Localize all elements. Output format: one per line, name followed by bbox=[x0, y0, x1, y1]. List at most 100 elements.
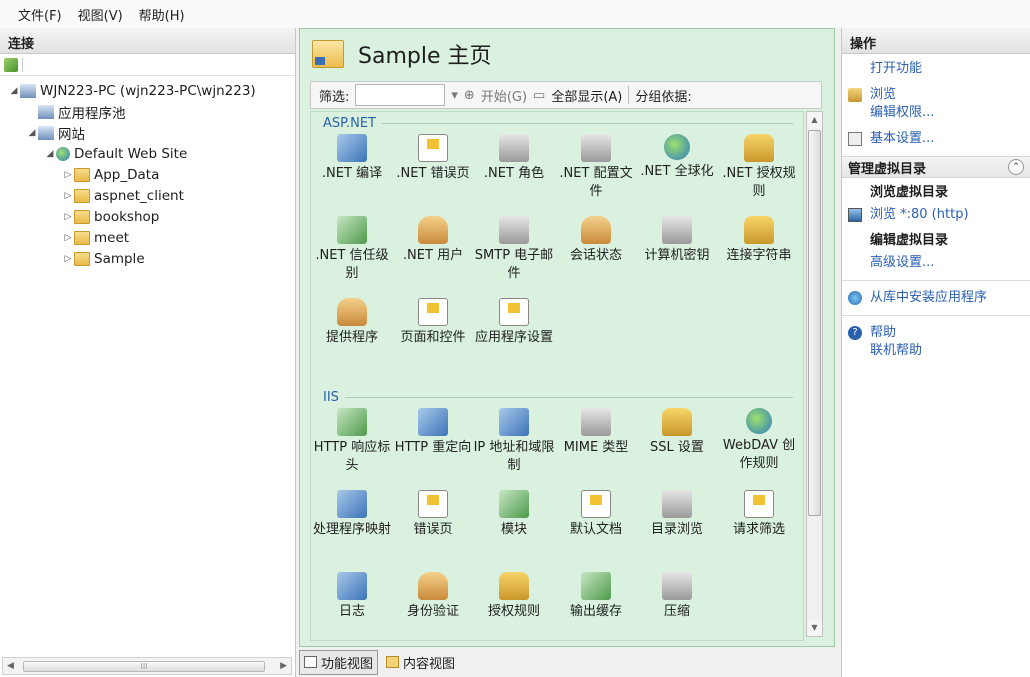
tree-node[interactable]: ▷ meet bbox=[0, 227, 295, 248]
feature-item[interactable]: .NET 用户 bbox=[392, 216, 474, 265]
feature-item[interactable]: .NET 信任级别 bbox=[311, 216, 393, 283]
tree-node[interactable]: ▷ aspnet_client bbox=[0, 185, 295, 206]
connect-icon[interactable] bbox=[4, 57, 18, 72]
tree-node[interactable]: ◢ Default Web Site bbox=[0, 143, 295, 164]
filter-dropdown-icon[interactable]: ▾ bbox=[451, 88, 458, 103]
action-browse[interactable]: 浏览 编辑权限... bbox=[842, 84, 1030, 124]
horizontal-scrollbar[interactable]: ◀ III ▶ bbox=[2, 657, 292, 675]
feature-item[interactable]: .NET 配置文件 bbox=[555, 134, 637, 201]
advanced-settings-link[interactable]: 高级设置... bbox=[870, 254, 934, 272]
feature-item[interactable]: 提供程序 bbox=[311, 298, 393, 347]
feature-item[interactable]: 身份验证 bbox=[392, 572, 474, 621]
help-link[interactable]: 帮助 bbox=[870, 324, 922, 342]
scroll-down-icon[interactable]: ▼ bbox=[807, 620, 822, 636]
open-feature-link[interactable]: 打开功能 bbox=[870, 60, 922, 78]
feature-icon bbox=[581, 490, 611, 518]
feature-item[interactable]: .NET 编译 bbox=[311, 134, 393, 183]
action-help[interactable]: ? 帮助 联机帮助 bbox=[842, 322, 1030, 362]
feature-item[interactable]: 输出缓存 bbox=[555, 572, 637, 621]
expand-toggle-icon[interactable]: ▷ bbox=[62, 233, 74, 243]
feature-item[interactable]: 授权规则 bbox=[473, 572, 555, 621]
expand-toggle-icon[interactable]: ▷ bbox=[62, 191, 74, 201]
feature-item[interactable]: 应用程序设置 bbox=[473, 298, 555, 347]
feature-label: .NET 用户 bbox=[402, 248, 464, 263]
collapse-icon[interactable]: ⌃ bbox=[1008, 159, 1024, 175]
expand-toggle-icon[interactable]: ▷ bbox=[62, 170, 74, 180]
feature-item[interactable]: SMTP 电子邮件 bbox=[473, 216, 555, 283]
feature-label: 应用程序设置 bbox=[474, 330, 553, 345]
feature-item[interactable]: 日志 bbox=[311, 572, 393, 621]
vertical-scrollbar[interactable]: ▲ ▼ bbox=[806, 111, 823, 637]
vertical-scroll-thumb[interactable] bbox=[808, 130, 821, 516]
feature-item[interactable]: .NET 授权规则 bbox=[718, 134, 800, 201]
action-install-gallery[interactable]: 从库中安装应用程序 bbox=[842, 287, 1030, 309]
menu-help[interactable]: 帮助(H) bbox=[131, 5, 193, 24]
feature-item[interactable]: HTTP 响应标头 bbox=[311, 408, 393, 475]
feature-item[interactable]: 请求筛选 bbox=[718, 490, 800, 539]
expand-toggle-icon[interactable]: ◢ bbox=[8, 86, 20, 96]
filter-bar: 筛选: ▾ ⊕ 开始(G) ▭ 全部显示(A) 分组依据: bbox=[310, 81, 822, 109]
feature-item[interactable]: 处理程序映射 bbox=[311, 490, 393, 539]
feature-icon bbox=[662, 572, 692, 600]
page-title: Sample 主页 bbox=[358, 44, 492, 69]
feature-item[interactable]: .NET 全球化 bbox=[636, 134, 718, 181]
show-all-button[interactable]: 全部显示(A) bbox=[551, 86, 622, 105]
scroll-thumb[interactable]: III bbox=[23, 661, 265, 672]
feature-icon bbox=[418, 134, 448, 162]
feature-item[interactable]: 压缩 bbox=[636, 572, 718, 621]
feature-item[interactable]: 错误页 bbox=[392, 490, 474, 539]
feature-item[interactable]: WebDAV 创作规则 bbox=[718, 408, 800, 473]
basic-settings-link[interactable]: 基本设置... bbox=[870, 130, 934, 148]
feature-label: .NET 错误页 bbox=[396, 166, 470, 181]
browse-port-link[interactable]: 浏览 *:80 (http) bbox=[870, 206, 969, 224]
tab-content-view[interactable]: 内容视图 bbox=[382, 651, 459, 674]
online-help-link[interactable]: 联机帮助 bbox=[870, 342, 922, 360]
filter-input[interactable] bbox=[355, 84, 446, 106]
feature-item[interactable]: .NET 角色 bbox=[473, 134, 555, 183]
feature-item[interactable]: 目录浏览 bbox=[636, 490, 718, 539]
feature-item[interactable]: 页面和控件 bbox=[392, 298, 474, 347]
feature-item[interactable]: 默认文档 bbox=[555, 490, 637, 539]
feature-item[interactable]: .NET 错误页 bbox=[392, 134, 474, 183]
expand-toggle-icon[interactable]: ◢ bbox=[44, 149, 56, 159]
scroll-left-icon[interactable]: ◀ bbox=[7, 661, 14, 671]
feature-label: 授权规则 bbox=[487, 604, 540, 619]
scroll-right-icon[interactable]: ▶ bbox=[280, 661, 287, 671]
tree-node[interactable]: ▷ bookshop bbox=[0, 206, 295, 227]
expand-toggle-icon[interactable]: ▷ bbox=[62, 212, 74, 222]
feature-item[interactable]: 计算机密钥 bbox=[636, 216, 718, 265]
action-open-feature[interactable]: 打开功能 bbox=[842, 58, 1030, 80]
feature-label: 会话状态 bbox=[569, 248, 622, 263]
tree-node[interactable]: 应用程序池 bbox=[0, 101, 295, 122]
install-gallery-link[interactable]: 从库中安装应用程序 bbox=[870, 289, 987, 307]
tab-feature-view[interactable]: 功能视图 bbox=[299, 649, 379, 675]
feature-icon bbox=[418, 216, 448, 244]
feature-item[interactable]: 模块 bbox=[473, 490, 555, 539]
binoculars-icon: ⊕ bbox=[463, 87, 475, 103]
feature-item[interactable]: MIME 类型 bbox=[555, 408, 637, 457]
actions-divider bbox=[842, 280, 1030, 281]
group-by-label[interactable]: 分组依据: bbox=[635, 86, 691, 105]
feature-item[interactable]: IP 地址和域限制 bbox=[473, 408, 555, 475]
tree-node[interactable]: ▷ Sample bbox=[0, 248, 295, 269]
action-advanced-settings[interactable]: 高级设置... bbox=[842, 252, 1030, 274]
expand-toggle-icon[interactable]: ◢ bbox=[26, 128, 38, 138]
tab-content-view-label: 内容视图 bbox=[403, 656, 456, 672]
feature-item[interactable]: 会话状态 bbox=[555, 216, 637, 265]
menu-view[interactable]: 视图(V) bbox=[70, 5, 131, 24]
feature-item[interactable]: HTTP 重定向 bbox=[392, 408, 474, 457]
action-browse-port[interactable]: 浏览 *:80 (http) bbox=[842, 204, 1030, 226]
tree-node[interactable]: ◢ WJN223-PC (wjn223-PC\wjn223) bbox=[0, 80, 295, 101]
tree-node[interactable]: ◢ 网站 bbox=[0, 122, 295, 143]
action-basic-settings[interactable]: 基本设置... bbox=[842, 128, 1030, 150]
feature-item[interactable]: SSL 设置 bbox=[636, 408, 718, 457]
connections-toolbar bbox=[0, 54, 295, 76]
start-button[interactable]: 开始(G) bbox=[481, 86, 527, 105]
edit-permissions-link[interactable]: 编辑权限... bbox=[870, 104, 934, 122]
scroll-up-icon[interactable]: ▲ bbox=[807, 112, 822, 128]
expand-toggle-icon[interactable]: ▷ bbox=[62, 254, 74, 264]
browse-link[interactable]: 浏览 bbox=[870, 86, 934, 104]
tree-node[interactable]: ▷ App_Data bbox=[0, 164, 295, 185]
menu-file[interactable]: 文件(F) bbox=[10, 5, 70, 24]
feature-item[interactable]: 连接字符串 bbox=[718, 216, 800, 265]
